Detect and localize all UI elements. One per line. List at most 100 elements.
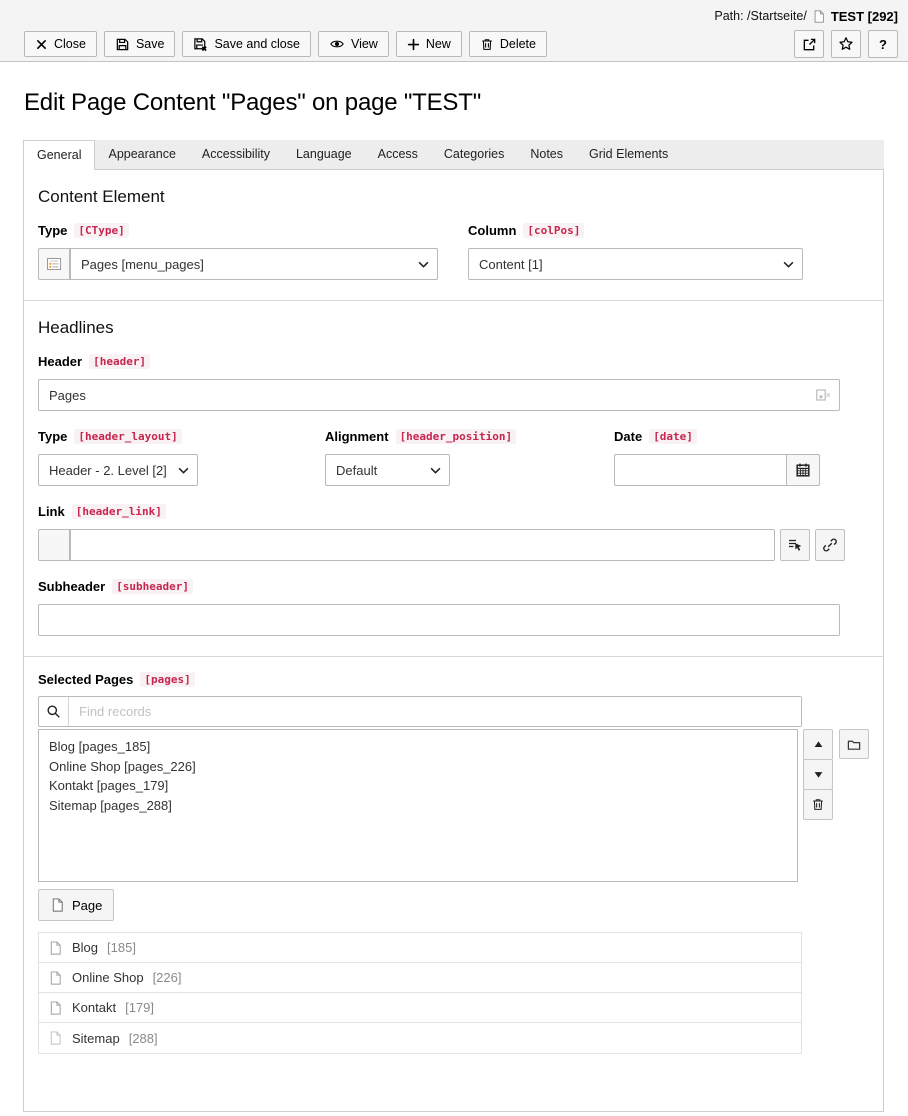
subheader-label: Subheader [subheader]	[38, 579, 869, 594]
section-headlines: Headlines Header [header] Type	[24, 300, 883, 656]
open-new-window-button[interactable]	[794, 30, 824, 58]
date-label: Date [date]	[614, 429, 820, 444]
close-button[interactable]: Close	[24, 31, 97, 57]
list-item[interactable]: Blog [pages_185]	[39, 737, 797, 757]
header-code: [header]	[89, 354, 151, 369]
record-title: Blog	[72, 940, 99, 955]
clear-field-icon[interactable]	[815, 387, 831, 403]
tab-accessibility[interactable]: Accessibility	[189, 140, 283, 169]
list-item[interactable]: Sitemap [pages_288]	[39, 796, 797, 816]
doc-header: Path: /Startseite/ TEST [292] Close Save…	[0, 0, 908, 62]
page-icon	[50, 897, 65, 913]
page-icon	[48, 970, 63, 986]
save-close-icon	[193, 37, 208, 52]
record-title: Online Shop	[72, 970, 144, 985]
record-uid: [185]	[107, 940, 136, 955]
ctype-select[interactable]: Pages [menu_pages]	[70, 248, 438, 280]
header-layout-label: Type [header_layout]	[38, 429, 325, 444]
record-row[interactable]: Online Shop [226]	[39, 963, 801, 993]
breadcrumb: Path: /Startseite/ TEST [292]	[10, 6, 898, 26]
view-eye-icon	[329, 37, 345, 51]
find-records-input[interactable]	[69, 697, 801, 726]
tab-general[interactable]: General	[23, 140, 96, 170]
date-code: [date]	[649, 429, 697, 444]
chevron-down-icon	[783, 261, 794, 268]
section-selected-pages: Selected Pages [pages] Blog [pages_185] …	[24, 656, 883, 1074]
star-icon	[838, 36, 854, 52]
move-up-button[interactable]	[803, 729, 834, 760]
colpos-label: Column [colPos]	[468, 223, 803, 238]
pages-code: [pages]	[140, 672, 195, 687]
page-icon	[48, 1030, 63, 1046]
tab-access[interactable]: Access	[365, 140, 431, 169]
trash-icon	[811, 797, 825, 812]
header-link-code: [header_link]	[71, 504, 166, 519]
header-position-select[interactable]: Default	[325, 454, 450, 486]
page-title: Edit Page Content "Pages" on page "TEST"	[24, 89, 482, 116]
view-button[interactable]: View	[317, 31, 389, 57]
header-position-code: [header_position]	[395, 429, 517, 444]
tab-grid-elements[interactable]: Grid Elements	[576, 140, 681, 169]
record-title: Sitemap	[72, 1030, 120, 1046]
header-layout-select[interactable]: Header - 2. Level [2]	[38, 454, 198, 486]
browse-records-button[interactable]	[839, 729, 869, 759]
calendar-button[interactable]	[786, 454, 820, 486]
add-page-button[interactable]: Page	[38, 889, 115, 921]
subheader-input[interactable]	[38, 604, 840, 636]
remove-item-button[interactable]	[803, 789, 834, 820]
record-row[interactable]: Blog [185]	[39, 933, 801, 963]
date-input[interactable]	[614, 454, 786, 486]
subheader-code: [subheader]	[112, 579, 194, 594]
selected-pages-listbox[interactable]: Blog [pages_185] Online Shop [pages_226]…	[38, 729, 799, 882]
record-browser-button[interactable]	[780, 529, 810, 561]
list-item[interactable]: Kontakt [pages_179]	[39, 776, 797, 796]
trash-icon	[480, 37, 494, 52]
header-position-label: Alignment [header_position]	[325, 429, 614, 444]
tab-categories[interactable]: Categories	[431, 140, 517, 169]
doc-toolbar: Close Save Save and close View New Delet…	[24, 31, 547, 57]
section-title: Content Element	[38, 187, 165, 206]
tab-appearance[interactable]: Appearance	[95, 140, 188, 169]
close-icon	[35, 38, 48, 51]
tab-language[interactable]: Language	[283, 140, 365, 169]
list-controls	[803, 729, 834, 820]
header-label: Header [header]	[38, 354, 869, 369]
header-layout-code: [header_layout]	[74, 429, 182, 444]
new-button[interactable]: New	[395, 31, 462, 57]
link-chain-icon	[822, 537, 838, 553]
page-icon	[48, 1000, 63, 1016]
header-link-input[interactable]	[70, 529, 775, 561]
record-title: TEST [292]	[830, 8, 898, 24]
chevron-down-icon	[418, 261, 429, 268]
colpos-code: [colPos]	[523, 223, 585, 238]
record-row[interactable]: Kontakt [179]	[39, 993, 801, 1023]
record-uid: [288]	[128, 1030, 158, 1046]
tab-bar: General Appearance Accessibility Languag…	[23, 140, 884, 170]
bookmark-button[interactable]	[831, 30, 861, 58]
tab-notes[interactable]: Notes	[517, 140, 576, 169]
save-icon	[115, 37, 130, 52]
arrow-down-icon	[812, 768, 825, 781]
colpos-select[interactable]: Content [1]	[468, 248, 803, 280]
move-down-button[interactable]	[803, 759, 834, 790]
record-title: Kontakt	[72, 1000, 117, 1015]
list-item[interactable]: Online Shop [pages_226]	[39, 757, 797, 777]
ctype-label: Type [CType]	[38, 223, 438, 238]
header-input[interactable]	[38, 379, 840, 411]
search-icon	[39, 697, 69, 726]
save-and-close-button[interactable]: Save and close	[182, 31, 311, 57]
selected-pages-label: Selected Pages [pages]	[38, 672, 869, 687]
link-type-addon	[38, 529, 70, 561]
save-button[interactable]: Save	[103, 31, 176, 57]
record-row[interactable]: Sitemap [288]	[39, 1023, 801, 1053]
arrow-up-icon	[812, 738, 825, 751]
help-button[interactable]: ?	[868, 30, 898, 58]
record-uid: [226]	[152, 970, 182, 985]
header-link-label: Link [header_link]	[38, 504, 869, 519]
form-editor: General Appearance Accessibility Languag…	[23, 140, 884, 1112]
tab-panel-general: Content Element Type [CType] Pages [menu…	[23, 170, 884, 1112]
doc-meta-buttons: ?	[794, 30, 898, 58]
delete-button[interactable]: Delete	[468, 31, 547, 57]
page-icon	[812, 9, 826, 24]
link-wizard-button[interactable]	[815, 529, 845, 561]
